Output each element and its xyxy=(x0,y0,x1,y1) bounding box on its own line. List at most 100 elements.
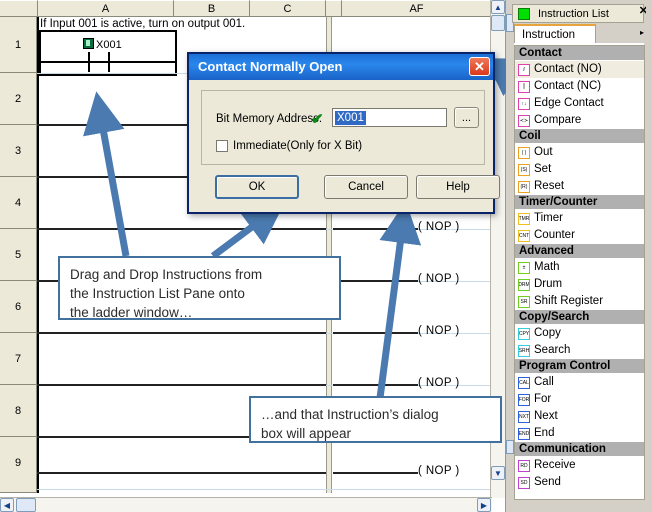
shift-register-icon: SR xyxy=(518,295,530,308)
ok-button[interactable]: OK xyxy=(215,175,299,199)
instruction-list-body[interactable]: Contact ⫽ Contact (NO) ⫿ Contact (NC) ↑↓ Edge … xyxy=(514,45,645,500)
instruction-item-for[interactable]: FOR For xyxy=(515,391,644,408)
instruction-group-header: Timer/Counter xyxy=(515,195,644,210)
row-header-3[interactable]: 3 xyxy=(0,125,37,177)
close-icon[interactable]: ✕ xyxy=(469,57,490,76)
instruction-item-label: Receive xyxy=(534,459,576,471)
instruction-item-reset[interactable]: (R) Reset xyxy=(515,178,644,195)
nop-coil[interactable]: ( NOP ) xyxy=(418,325,460,337)
bit-memory-address-input[interactable]: X001 xyxy=(332,108,447,127)
scroll-left-button[interactable]: ◀ xyxy=(0,498,14,512)
cancel-button[interactable]: Cancel xyxy=(324,175,408,199)
column-header-spacer[interactable] xyxy=(326,0,342,16)
instruction-item-search[interactable]: SRH Search xyxy=(515,342,644,359)
column-header-af[interactable]: AF xyxy=(342,0,492,16)
instruction-item-contact-no[interactable]: ⫽ Contact (NO) xyxy=(515,61,644,78)
nop-coil[interactable]: ( NOP ) xyxy=(418,465,460,477)
browse-button[interactable]: ... xyxy=(454,107,479,128)
instruction-item-set[interactable]: (S) Set xyxy=(515,161,644,178)
row-header-9[interactable]: 9 xyxy=(0,437,37,493)
search-icon: SRH xyxy=(518,344,530,357)
instruction-item-call[interactable]: CAL Call xyxy=(515,374,644,391)
instruction-item-next[interactable]: NXT Next xyxy=(515,408,644,425)
end-icon: END xyxy=(518,427,530,440)
instruction-item-label: Call xyxy=(534,376,554,388)
row-header-6[interactable]: 6 xyxy=(0,281,37,333)
contact-normally-open-dialog: Contact Normally Open ✕ Bit Memory Addre… xyxy=(187,52,500,214)
column-header-b[interactable]: B xyxy=(174,0,250,16)
row-header-7[interactable]: 7 xyxy=(0,333,37,385)
nop-coil[interactable]: ( NOP ) xyxy=(418,273,460,285)
instruction-item-send[interactable]: SD Send xyxy=(515,474,644,491)
scroll-down-button[interactable]: ▼ xyxy=(491,466,505,480)
dialog-title-bar[interactable]: Contact Normally Open xyxy=(189,54,493,80)
instruction-item-label: Counter xyxy=(534,229,575,241)
help-button[interactable]: Help xyxy=(416,175,500,199)
instruction-item-edge-contact[interactable]: ↑↓ Edge Contact xyxy=(515,95,644,112)
row-header-5[interactable]: 5 xyxy=(0,229,37,281)
column-header-row: A B C AF xyxy=(0,0,492,17)
instruction-list-title-bar[interactable]: Instruction List xyxy=(512,4,644,23)
rung-wire xyxy=(37,332,326,334)
instruction-item-shift-register[interactable]: SR Shift Register xyxy=(515,293,644,310)
scroll-up-button[interactable]: ▲ xyxy=(491,0,505,14)
row-header-4[interactable]: 4 xyxy=(0,177,37,229)
address-input-value: X001 xyxy=(335,111,366,125)
row-header-1[interactable]: 1 xyxy=(0,17,37,73)
instruction-item-out[interactable]: ( ) Out xyxy=(515,144,644,161)
nop-coil[interactable]: ( NOP ) xyxy=(418,221,460,233)
copy-icon: CPY xyxy=(518,327,530,340)
instruction-item-copy[interactable]: CPY Copy xyxy=(515,325,644,342)
instruction-item-label: Contact (NO) xyxy=(534,63,602,75)
immediate-checkbox-row[interactable]: Immediate(Only for X Bit) xyxy=(216,140,362,152)
instruction-group-header: Coil xyxy=(515,129,644,144)
instruction-item-end[interactable]: END End xyxy=(515,425,644,442)
immediate-checkbox[interactable] xyxy=(216,140,228,152)
tab-instruction[interactable]: Instruction xyxy=(514,24,596,44)
pane-scroll-down[interactable] xyxy=(506,440,514,454)
chevron-right-icon[interactable]: ▸ xyxy=(640,28,644,37)
horizontal-scroll-thumb[interactable] xyxy=(16,498,36,512)
instruction-list-title: Instruction List xyxy=(538,7,609,20)
dialog-title-text: Contact Normally Open xyxy=(198,59,343,74)
instruction-item-label: Set xyxy=(534,163,552,175)
row-number-label: 4 xyxy=(14,197,22,209)
rung-comment[interactable]: If Input 001 is active, turn on output 0… xyxy=(40,18,245,30)
instruction-list-pane: Instruction List ✕ Instruction ▸ Contact… xyxy=(506,0,652,512)
instruction-item-timer[interactable]: TMR Timer xyxy=(515,210,644,227)
nop-coil[interactable]: ( NOP ) xyxy=(418,377,460,389)
row-number-label: 2 xyxy=(14,93,22,105)
row-header-2[interactable]: 2 xyxy=(0,73,37,125)
edge-contact-icon: ↑↓ xyxy=(518,97,530,110)
instruction-item-label: Reset xyxy=(534,180,565,192)
rung-wire xyxy=(333,280,418,282)
instruction-group-header: Advanced xyxy=(515,244,644,259)
row-number-label: 1 xyxy=(14,39,22,51)
instruction-group-header: Communication xyxy=(515,442,644,457)
math-icon: ± xyxy=(518,261,530,274)
rung-wire xyxy=(37,228,326,230)
column-header-a[interactable]: A xyxy=(38,0,174,16)
instruction-item-label: Drum xyxy=(534,278,563,290)
instruction-item-receive[interactable]: RD Receive xyxy=(515,457,644,474)
column-header-c[interactable]: C xyxy=(250,0,326,16)
send-icon: SD xyxy=(518,476,530,489)
instruction-item-math[interactable]: ± Math xyxy=(515,259,644,276)
rung-wire xyxy=(37,472,326,474)
power-rail xyxy=(37,17,39,493)
instruction-item-counter[interactable]: CNT Counter xyxy=(515,227,644,244)
contact-no-element[interactable]: X001 xyxy=(39,30,177,76)
vertical-scroll-thumb[interactable] xyxy=(491,15,505,31)
column-header-corner[interactable] xyxy=(0,0,38,16)
instruction-item-compare[interactable]: ≺≻ Compare xyxy=(515,112,644,129)
horizontal-scrollbar[interactable]: ◀ ▶ xyxy=(0,497,492,512)
instruction-item-contact-nc[interactable]: ⫿ Contact (NC) xyxy=(515,78,644,95)
row-header-8[interactable]: 8 xyxy=(0,385,37,437)
scroll-right-button[interactable]: ▶ xyxy=(477,498,491,512)
instruction-item-drum[interactable]: DRM Drum xyxy=(515,276,644,293)
contact-label-text: X001 xyxy=(96,39,122,51)
coil-reset-icon: (R) xyxy=(518,180,530,193)
callout-line: Drag and Drop Instructions from xyxy=(70,267,263,282)
instruction-item-label: Search xyxy=(534,344,571,356)
instruction-item-label: Copy xyxy=(534,327,561,339)
